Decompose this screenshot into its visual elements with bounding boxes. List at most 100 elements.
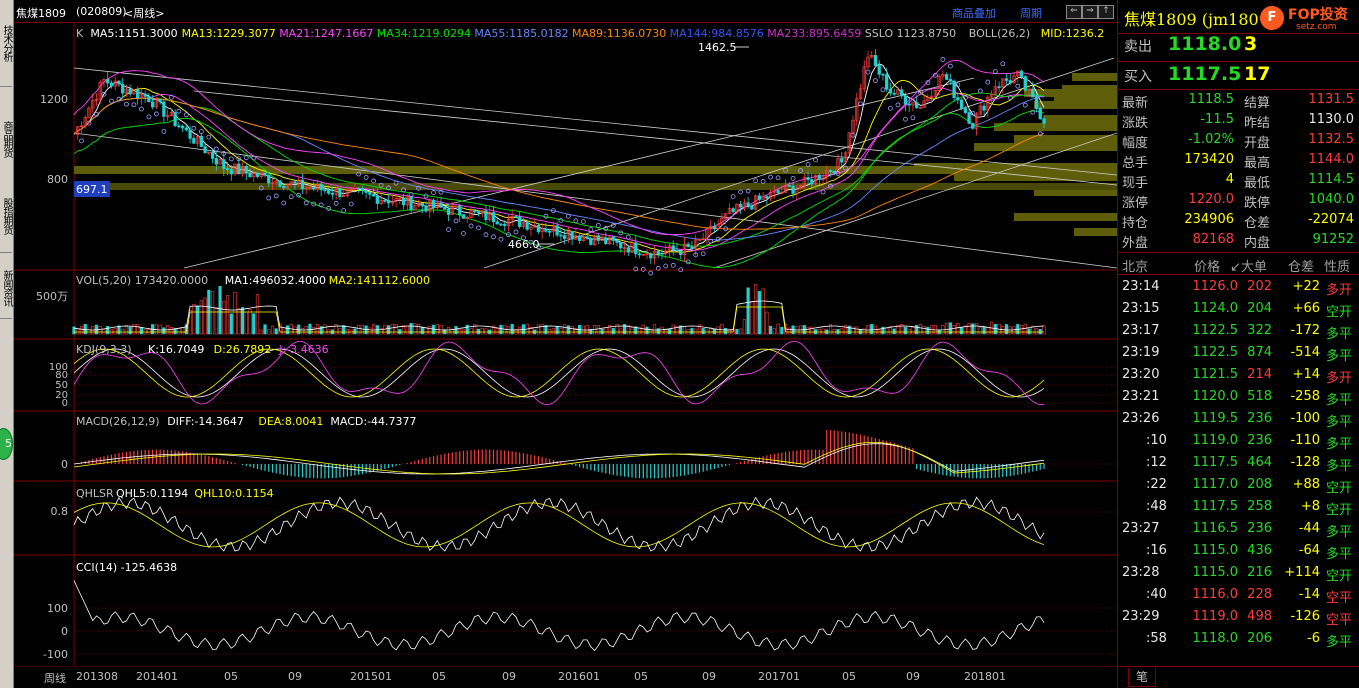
candle-body (873, 55, 878, 66)
tick-time: 23:21 (1122, 389, 1160, 404)
tick-price: 1124.0 (1192, 301, 1239, 316)
quote-value: 91252 (1312, 232, 1354, 247)
volume-bar (656, 328, 660, 335)
sar-dot (109, 98, 114, 104)
tick-price: 1118.0 (1192, 631, 1239, 646)
candle-body (757, 195, 762, 200)
main-indicator-label: MA144:984.8576 (670, 27, 764, 40)
zoom-in-button[interactable]: ↑ (1098, 5, 1114, 19)
volume-bar (428, 326, 432, 335)
sar-dot (580, 219, 586, 224)
side-tab-tech-analysis[interactable]: 技术分析 (0, 0, 12, 87)
volume-bar (986, 326, 990, 335)
quote-header: 焦煤1809 (jm1809) (1124, 10, 1276, 29)
tick-oi-change: -258 (1290, 389, 1320, 404)
volume-bar (132, 323, 136, 335)
candle-body (810, 179, 814, 185)
macd-indicator-label: DEA:8.0041 (258, 415, 323, 428)
period-link[interactable]: 周期 (1020, 5, 1042, 21)
volume-bar (1034, 328, 1039, 335)
sar-dot (873, 78, 878, 83)
volume-bar (544, 325, 548, 335)
tick-price: 1122.5 (1192, 345, 1239, 360)
volume-bar (342, 325, 346, 335)
candle-body (1031, 88, 1035, 98)
candle-body (525, 222, 529, 230)
sar-dot (648, 270, 654, 276)
volume-bar (806, 326, 810, 335)
volume-bar (124, 325, 129, 335)
quote-value: 1118.5 (1188, 92, 1235, 107)
tick-price: 1115.0 (1192, 543, 1239, 558)
sar-dot (363, 174, 369, 180)
volume-bar (416, 323, 421, 335)
sar-dot (453, 218, 459, 224)
candle-body (982, 105, 986, 111)
candle-body (903, 95, 908, 105)
period-type-label[interactable]: 周线 (44, 670, 66, 686)
volume-bar (210, 291, 215, 335)
candle-body (559, 234, 563, 237)
x-axis-label: 201308 (76, 670, 118, 683)
tick-volume: 214 (1247, 367, 1272, 382)
commodity-overlay-link[interactable]: 商品叠加 (952, 5, 996, 21)
tick-price: 1117.0 (1192, 477, 1239, 492)
candle-body (817, 174, 821, 180)
tick-col-header: 价格 (1194, 260, 1221, 275)
tick-tab[interactable]: 笔 (1128, 668, 1156, 687)
main-indicator-label: SSLO 1123.8750 (865, 27, 956, 40)
volume-bar (604, 327, 608, 335)
candle-body (1019, 70, 1024, 77)
candle-body (225, 168, 230, 170)
volume-bar (641, 324, 645, 335)
volume-bar (244, 311, 248, 335)
quote-label: 外盘 (1122, 236, 1149, 251)
sar-dot (820, 189, 826, 195)
candle-body (649, 253, 653, 259)
scroll-right-button[interactable]: ⇒ (1082, 5, 1098, 19)
sar-dot (243, 155, 249, 161)
tick-price: 1120.0 (1192, 389, 1239, 404)
sar-dot (888, 105, 893, 111)
tick-time: 23:28 (1122, 565, 1160, 580)
quote-label: 总手 (1122, 156, 1149, 171)
profile-band (1014, 213, 1117, 221)
low-price-label: 466.0 (508, 238, 540, 251)
candle-body (323, 189, 327, 192)
candle-body (199, 135, 203, 147)
volume-bar (750, 301, 754, 335)
quote-label: 开盘 (1244, 136, 1271, 151)
volume-bar (611, 328, 615, 335)
sar-dot (805, 162, 811, 167)
candle-body (589, 238, 593, 245)
sar-dot (371, 178, 377, 184)
volume-bar (390, 324, 394, 335)
macd-indicator-label: DIFF:-14.3647 (167, 415, 244, 428)
candle-body (596, 235, 600, 241)
candle-body (439, 202, 443, 208)
candle-body (401, 197, 406, 206)
candle-body (420, 203, 424, 207)
quote-value: 4 (1225, 172, 1234, 187)
tick-col-header: 仓差 (1288, 260, 1315, 275)
tick-oi-change: +88 (1292, 477, 1320, 492)
y-tick-label: 800 (47, 173, 68, 186)
qhlsr-indicator-label: QHL10:0.1154 (194, 487, 273, 500)
sell-volume: 3 (1244, 33, 1258, 55)
side-tab-commodity-futures[interactable]: 商品期货 (0, 96, 12, 183)
side-tab-index-futures[interactable]: 股指期货 (0, 180, 12, 253)
tick-time: :58 (1146, 631, 1167, 646)
chart-area[interactable]: K MA5:1151.3000 MA13:1229.3077 MA21:1247.16… (14, 23, 1117, 667)
side-tab-news[interactable]: 新闻资讯 (0, 258, 12, 319)
tick-nature: 空开 (1326, 569, 1353, 584)
scroll-left-button[interactable]: ⇐ (1066, 5, 1082, 19)
macd-indicator-label: MACD:-44.7377 (330, 415, 416, 428)
sar-dot (348, 201, 354, 207)
candle-body (443, 206, 447, 210)
sar-dot (513, 229, 519, 235)
quick-action-icon[interactable]: 5 (0, 428, 13, 460)
volume-bar (252, 313, 256, 335)
qhlsr-indicator-label: QHLSR (76, 487, 114, 500)
main-indicator-label: K (76, 27, 84, 40)
y-tick-label: 0 (62, 398, 68, 409)
